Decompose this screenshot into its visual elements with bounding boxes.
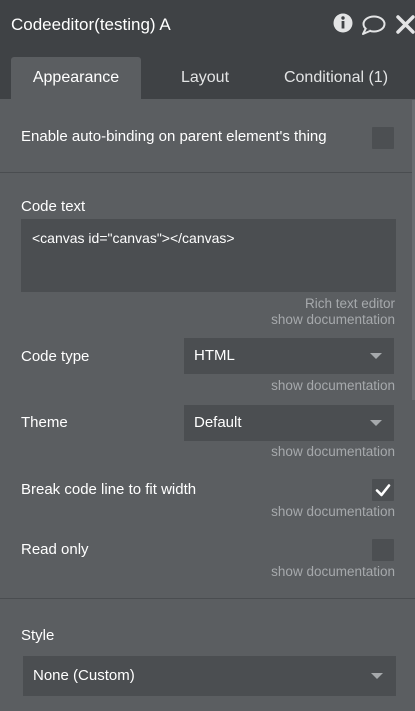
theme-select[interactable]: Default [184,405,394,441]
read-only-label: Read only [21,541,89,558]
tab-bar: Appearance Layout Conditional (1) [0,48,415,99]
code-text-doc-link[interactable]: show documentation [271,312,395,327]
code-type-value: HTML [194,347,235,364]
read-only-checkbox[interactable] [372,539,394,561]
read-only-doc-link[interactable]: show documentation [271,564,395,579]
style-value: None (Custom) [33,667,135,684]
section-divider [0,598,415,599]
chevron-down-icon [370,420,382,426]
panel-title: Codeeditor(testing) A [11,15,171,34]
theme-value: Default [194,414,242,431]
autobinding-checkbox[interactable] [372,127,394,149]
info-icon[interactable] [333,13,353,38]
autobinding-label: Enable auto-binding on parent element's … [21,128,327,145]
rich-text-editor-link[interactable]: Rich text editor [305,296,395,311]
break-line-checkbox[interactable] [372,479,394,501]
style-select[interactable]: None (Custom) [23,656,396,696]
section-divider [0,172,415,173]
title-bar: Codeeditor(testing) A [0,0,415,48]
theme-doc-link[interactable]: show documentation [271,444,395,459]
chevron-down-icon [371,673,383,679]
tab-layout[interactable]: Layout [145,57,265,99]
chevron-down-icon [370,353,382,359]
tab-conditional[interactable]: Conditional (1) [272,57,400,99]
break-line-doc-link[interactable]: show documentation [271,504,395,519]
theme-label: Theme [21,414,68,431]
code-type-label: Code type [21,348,90,365]
break-line-label: Break code line to fit width [21,481,197,498]
code-text-label: Code text [21,198,86,215]
checkmark-icon [375,484,391,497]
style-label: Style [21,627,55,644]
code-type-select[interactable]: HTML [184,338,394,374]
close-icon[interactable] [396,15,415,39]
code-text-input[interactable]: <canvas id="canvas"></canvas> [21,219,396,292]
tab-appearance[interactable]: Appearance [11,57,141,99]
comment-icon[interactable] [361,15,386,40]
code-type-doc-link[interactable]: show documentation [271,378,395,393]
